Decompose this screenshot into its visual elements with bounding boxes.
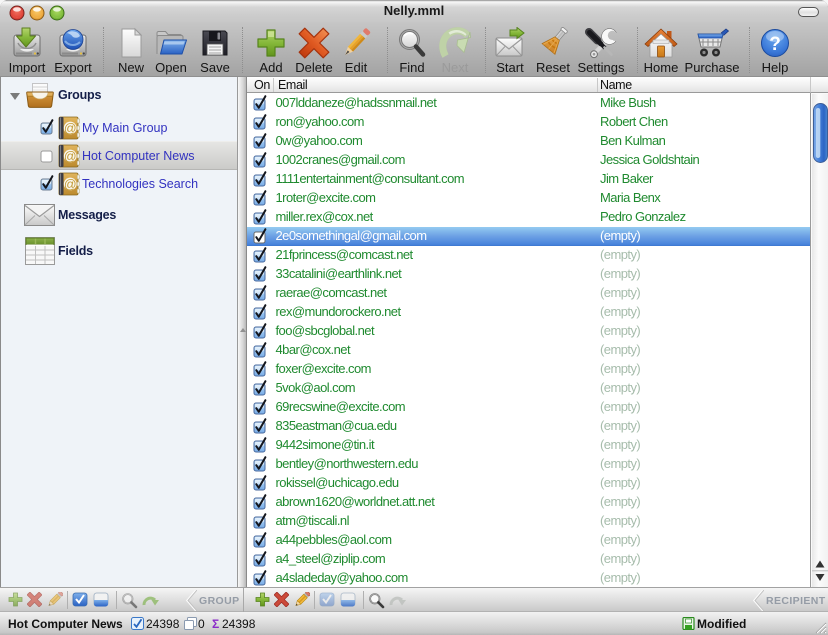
- svg-text:?: ?: [769, 34, 781, 55]
- svg-text:@: @: [64, 149, 77, 163]
- svg-text:@: @: [64, 121, 77, 135]
- svg-text:@: @: [64, 177, 77, 191]
